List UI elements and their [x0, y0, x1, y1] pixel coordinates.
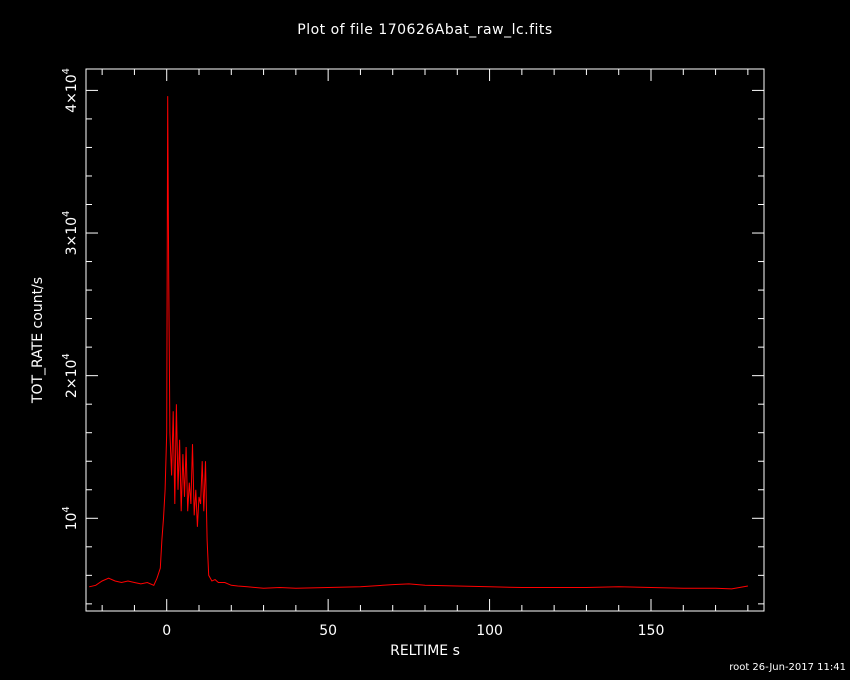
y-tick-label: 104 [61, 506, 80, 530]
x-tick-label: 150 [638, 623, 665, 639]
x-tick-label: 100 [476, 623, 503, 639]
x-tick-label: 0 [162, 623, 171, 639]
light-curve-chart: 0 50 100 150 104 2×104 3×104 4×104 RELTIME s TOT_… [30, 68, 765, 659]
plot-frame [85, 68, 765, 612]
footer-timestamp: root 26-Jun-2017 11:41 [729, 662, 846, 673]
y-axis-label: TOT_RATE count/s [30, 277, 46, 404]
x-tick-label: 50 [319, 623, 337, 639]
series-line [89, 96, 748, 590]
y-tick-label: 3×104 [61, 211, 80, 256]
y-tick-label: 2×104 [61, 353, 80, 398]
x-axis-label: RELTIME s [390, 643, 460, 659]
y-tick-label: 4×104 [61, 68, 80, 113]
